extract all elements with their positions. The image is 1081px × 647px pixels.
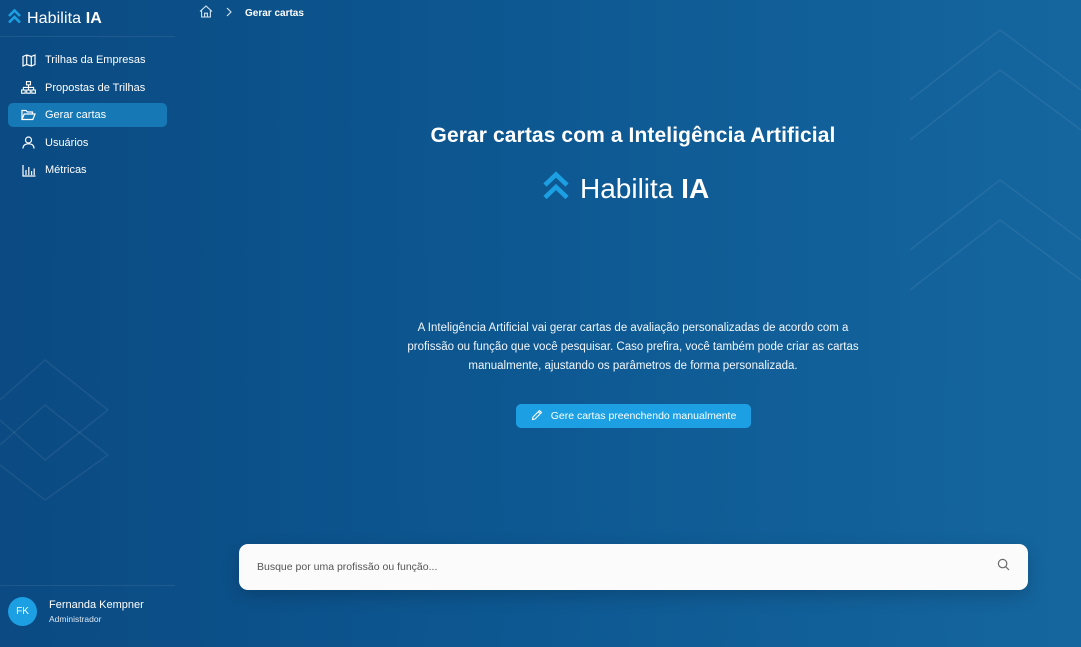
map-icon (21, 53, 36, 68)
manual-generate-button[interactable]: Gere cartas preenchendo manualmente (516, 404, 751, 428)
search-input[interactable] (257, 561, 997, 573)
sidebar-item-trilhas-empresas[interactable]: Trilhas da Empresas (8, 48, 167, 72)
sidebar-item-label: Usuários (45, 136, 89, 149)
brand-name: Habilita IA (27, 10, 102, 27)
avatar: FK (8, 597, 37, 626)
sidebar-item-propostas-trilhas[interactable]: Propostas de Trilhas (8, 76, 167, 100)
sidebar-item-gerar-cartas[interactable]: Gerar cartas (8, 103, 167, 127)
chevron-right-icon (225, 7, 233, 20)
brand-logo[interactable]: Habilita IA (8, 8, 102, 29)
page-title: Gerar cartas com a Inteligência Artifici… (430, 124, 836, 147)
bar-chart-icon (21, 163, 36, 178)
search-icon[interactable] (997, 558, 1010, 576)
user-icon (21, 135, 36, 150)
breadcrumb-current: Gerar cartas (245, 7, 304, 19)
sidebar-item-label: Métricas (45, 164, 87, 176)
sidebar-item-label: Gerar cartas (45, 109, 107, 121)
sidebar-item-metricas[interactable]: Métricas (8, 158, 167, 182)
habilita-logo-icon (8, 8, 21, 29)
home-icon[interactable] (199, 5, 213, 21)
breadcrumb: Gerar cartas (199, 5, 304, 21)
search-bar (239, 544, 1028, 590)
user-divider (0, 585, 175, 586)
habilita-logo-icon (542, 171, 570, 206)
sidebar-item-label: Propostas de Trilhas (45, 81, 146, 94)
manual-generate-label: Gere cartas preenchendo manualmente (550, 410, 737, 422)
sidebar: Habilita IA Trilhas da Empresas Proposta… (0, 0, 175, 647)
brand-divider (0, 36, 175, 37)
user-profile[interactable]: FK Fernanda Kempner Administrador (8, 597, 144, 626)
user-role: Administrador (49, 613, 102, 624)
sidebar-nav: Trilhas da Empresas Propostas de Trilhas (8, 48, 167, 186)
description-text: A Inteligência Artificial vai gerar cart… (407, 322, 859, 372)
sidebar-item-usuarios[interactable]: Usuários (8, 131, 167, 155)
hierarchy-icon (21, 80, 36, 95)
folder-open-icon (21, 108, 36, 123)
sidebar-item-label: Trilhas da Empresas (45, 54, 146, 66)
pencil-icon (531, 409, 543, 424)
hero-logo: Habilita IA (542, 171, 709, 206)
user-name: Fernanda Kempner (49, 598, 144, 611)
hero-logo-text: Habilita IA (580, 172, 710, 204)
